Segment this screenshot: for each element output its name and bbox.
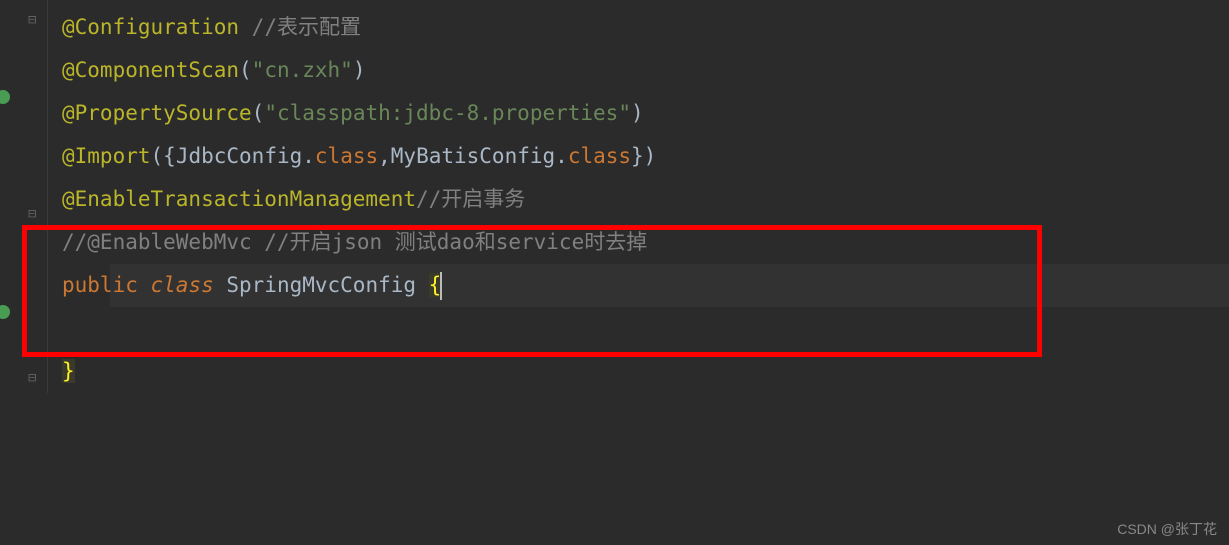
code-token: class: [568, 144, 631, 168]
code-line[interactable]: @Configuration //表示配置: [62, 6, 1229, 49]
code-line[interactable]: @ComponentScan("cn.zxh"): [62, 49, 1229, 92]
fold-icon[interactable]: ⊟: [28, 206, 36, 222]
gutter-marker-icon[interactable]: [0, 90, 10, 104]
code-token: MyBatisConfig: [391, 144, 555, 168]
text-cursor: [440, 272, 442, 300]
code-token: (: [239, 58, 252, 82]
code-token: @ComponentScan: [62, 58, 239, 82]
code-token: //开启事务: [416, 187, 525, 211]
code-token: @EnableTransactionManagement: [62, 187, 416, 211]
code-token: class: [315, 144, 378, 168]
code-token: class: [151, 273, 227, 297]
code-token: ): [353, 58, 366, 82]
code-token: .: [302, 144, 315, 168]
code-token: "cn.zxh": [252, 58, 353, 82]
code-line[interactable]: public class SpringMvcConfig {: [62, 264, 1229, 307]
code-token: //表示配置: [252, 15, 361, 39]
code-editor[interactable]: ⊟ ⊟ ⊟ @Configuration //表示配置@ComponentSca…: [0, 0, 1229, 393]
code-token: ({: [151, 144, 176, 168]
code-line[interactable]: }: [62, 350, 1229, 393]
fold-icon[interactable]: ⊟: [28, 370, 36, 386]
code-line[interactable]: @Import({JdbcConfig.class,MyBatisConfig.…: [62, 135, 1229, 178]
code-token: ): [631, 101, 644, 125]
code-token: .: [555, 144, 568, 168]
code-line[interactable]: //@EnableWebMvc //开启json 测试dao和service时去…: [62, 221, 1229, 264]
watermark: CSDN @张丁花: [1117, 519, 1217, 539]
code-token: }: [62, 359, 75, 383]
code-token: //@EnableWebMvc //开启json 测试dao和service时去…: [62, 230, 647, 254]
code-token: }): [631, 144, 656, 168]
code-token: JdbcConfig: [176, 144, 302, 168]
code-token: SpringMvcConfig: [226, 273, 428, 297]
fold-icon[interactable]: ⊟: [28, 12, 36, 28]
code-token: @Import: [62, 144, 151, 168]
code-token: @PropertySource: [62, 101, 252, 125]
code-token: @Configuration: [62, 15, 239, 39]
code-token: ,: [378, 144, 391, 168]
gutter-marker-icon[interactable]: [0, 305, 10, 319]
code-token: "classpath:jdbc-8.properties": [264, 101, 631, 125]
code-token: (: [252, 101, 265, 125]
code-line[interactable]: @EnableTransactionManagement//开启事务: [62, 178, 1229, 221]
code-line[interactable]: [62, 307, 1229, 350]
code-area[interactable]: @Configuration //表示配置@ComponentScan("cn.…: [0, 6, 1229, 393]
code-line[interactable]: @PropertySource("classpath:jdbc-8.proper…: [62, 92, 1229, 135]
gutter: ⊟ ⊟ ⊟: [0, 0, 48, 393]
code-token: [239, 15, 252, 39]
code-token: public: [62, 273, 151, 297]
